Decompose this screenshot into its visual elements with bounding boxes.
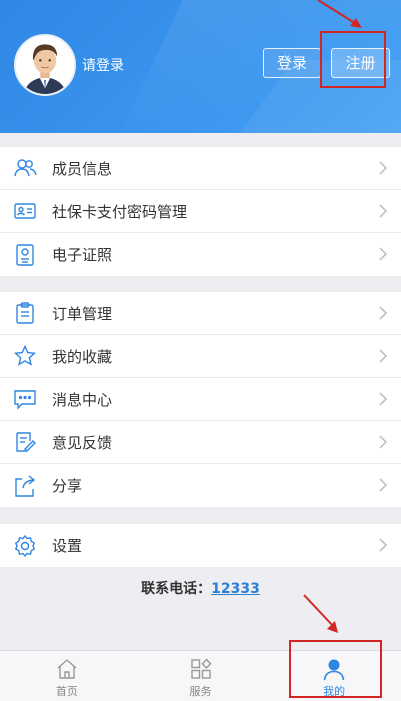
star-icon [13, 344, 37, 366]
annotation-arrow [317, 0, 362, 28]
tab-home[interactable]: 首页 [0, 651, 134, 701]
menu-item-label: 设置 [52, 537, 83, 555]
menu-group-2: 订单管理 我的收藏 消息中心 意见反馈 分享 [0, 292, 401, 507]
chevron-right-icon [379, 161, 388, 175]
chevron-right-icon [379, 392, 388, 406]
menu-item-members[interactable]: 成员信息 [0, 147, 401, 190]
menu-item-social-card-password[interactable]: 社保卡支付密码管理 [0, 190, 401, 233]
grid-icon [190, 658, 211, 679]
menu-item-label: 成员信息 [52, 159, 113, 178]
menu-item-label: 社保卡支付密码管理 [52, 202, 188, 221]
share-icon [15, 474, 36, 497]
menu-item-orders[interactable]: 订单管理 [0, 292, 401, 335]
menu-item-label: 订单管理 [52, 304, 113, 323]
menu-item-share[interactable]: 分享 [0, 464, 401, 507]
id-card-icon [14, 203, 36, 219]
contact-label: 联系电话： [141, 581, 212, 597]
chevron-right-icon [379, 204, 388, 218]
menu-group-3: 设置 [0, 524, 401, 567]
chevron-right-icon [379, 435, 388, 449]
login-button[interactable]: 登录 [263, 48, 321, 78]
menu-item-label: 意见反馈 [52, 433, 113, 452]
contact-phone-link[interactable]: 12333 [211, 581, 260, 597]
chevron-right-icon [379, 247, 388, 261]
gear-icon [14, 534, 36, 557]
register-button[interactable]: 注册 [331, 48, 390, 78]
avatar[interactable] [14, 34, 76, 96]
menu-item-label: 分享 [52, 477, 83, 495]
tab-label: 首页 [55, 685, 78, 698]
menu-item-label: 我的收藏 [52, 347, 113, 366]
menu-item-settings[interactable]: 设置 [0, 524, 401, 567]
e-certificate-icon [16, 243, 34, 266]
chevron-right-icon [379, 478, 388, 492]
home-icon [57, 659, 77, 679]
tab-services[interactable]: 服务 [134, 651, 268, 701]
menu-item-messages[interactable]: 消息中心 [0, 378, 401, 421]
menu-item-favorites[interactable]: 我的收藏 [0, 335, 401, 378]
tab-label: 我的 [323, 685, 346, 698]
members-icon [14, 159, 37, 177]
chevron-right-icon [379, 538, 388, 552]
bottom-tab-bar: 首页 服务 我的 [0, 650, 401, 701]
annotation-arrow [303, 594, 338, 633]
chevron-right-icon [379, 349, 388, 363]
menu-item-label: 电子证照 [52, 246, 113, 264]
menu-item-feedback[interactable]: 意见反馈 [0, 421, 401, 464]
menu-item-e-certificate[interactable]: 电子证照 [0, 233, 401, 276]
chevron-right-icon [379, 306, 388, 320]
message-icon [14, 390, 36, 410]
feedback-icon [16, 432, 36, 452]
clipboard-icon [16, 302, 34, 324]
tab-mine[interactable]: 我的 [267, 651, 401, 701]
login-prompt[interactable]: 请登录 [82, 55, 124, 75]
tab-label: 服务 [189, 685, 212, 698]
profile-icon [323, 659, 345, 681]
menu-item-label: 消息中心 [52, 390, 113, 409]
menu-group-1: 成员信息 社保卡支付密码管理 电子证照 [0, 147, 401, 276]
